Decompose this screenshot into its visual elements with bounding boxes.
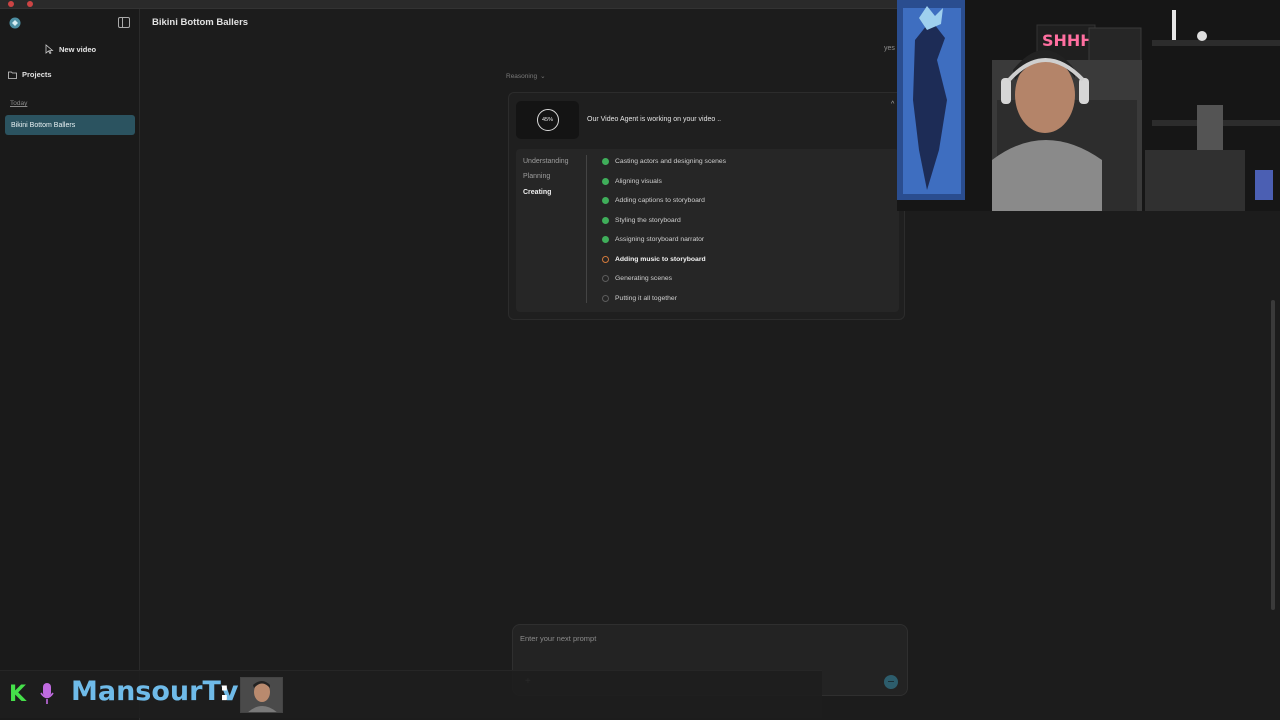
check-icon — [602, 236, 609, 243]
window-minimize-dot[interactable] — [27, 1, 33, 7]
spinner-icon — [602, 255, 609, 263]
new-video-button[interactable]: New video — [44, 44, 96, 54]
step-label: Casting actors and designing scenes — [615, 158, 727, 165]
webcam-overlay: SHHH! — [897, 0, 1280, 211]
sidebar-item-label: Projects — [22, 70, 52, 79]
window-close-dot[interactable] — [8, 1, 14, 7]
page-title: Bikini Bottom Ballers — [152, 17, 249, 28]
chevron-up-icon[interactable]: ^ — [891, 101, 894, 108]
step-label: Putting it all together — [615, 294, 677, 302]
step-label: Generating scenes — [615, 275, 673, 282]
pending-circle-icon — [602, 275, 609, 282]
scrollbar[interactable] — [1271, 300, 1275, 610]
agent-progress-panel: 45% Our Video Agent is working on your v… — [508, 92, 905, 320]
check-icon — [602, 158, 609, 165]
step-label: Styling the storyboard — [615, 216, 681, 224]
prompt-input[interactable] — [520, 633, 880, 643]
step-label: Adding music to storyboard — [615, 255, 706, 263]
user-message-bubble: yes — [884, 45, 895, 52]
sidebar-item-label: Bikini Bottom Ballers — [11, 121, 76, 129]
step-item: Casting actors and designing scenes — [602, 158, 726, 165]
channel-separator: : — [219, 676, 230, 707]
kick-logo: K — [9, 682, 27, 707]
step-label: Aligning visuals — [615, 177, 662, 185]
avatar-image — [241, 678, 282, 712]
check-icon — [602, 197, 609, 204]
step-item: Generating scenes — [602, 275, 672, 282]
step-label: Adding captions to storyboard — [615, 197, 705, 204]
microphone-icon — [40, 683, 54, 704]
folder-icon — [8, 71, 17, 79]
progress-indicator: 45% — [516, 101, 579, 139]
sidebar: New video Projects Today Bikini Bottom B… — [0, 9, 140, 720]
check-icon — [602, 216, 609, 224]
reasoning-toggle[interactable]: Reasoning ⌄ — [506, 72, 546, 81]
progress-steps-card: Understanding Planning Creating Casting … — [516, 149, 899, 312]
progress-ring: 45% — [536, 109, 559, 131]
step-item: Adding captions to storyboard — [602, 197, 705, 204]
reasoning-label: Reasoning — [506, 72, 538, 80]
sidebar-item-projects[interactable]: Projects — [8, 70, 52, 79]
step-item: Assigning storyboard narrator — [602, 236, 704, 243]
avatar — [240, 677, 283, 713]
phase-divider — [586, 155, 587, 303]
agent-status-text: Our Video Agent is working on your video… — [587, 116, 722, 123]
step-item: Aligning visuals — [602, 177, 662, 185]
step-item-active: Adding music to storyboard — [602, 255, 706, 263]
sidebar-item-bikini-bottom-ballers[interactable]: Bikini Bottom Ballers — [5, 115, 135, 135]
step-item: Styling the storyboard — [602, 216, 681, 224]
phase-understanding[interactable]: Understanding — [523, 158, 569, 165]
phase-creating[interactable]: Creating — [523, 189, 551, 196]
channel-name: MansourTv — [71, 676, 239, 707]
phase-planning[interactable]: Planning — [523, 173, 550, 180]
send-button[interactable] — [884, 675, 898, 689]
webcam-image: SHHH! — [897, 0, 1280, 211]
new-video-icon — [45, 44, 54, 54]
section-today-label: Today — [10, 100, 28, 107]
collapse-sidebar-icon[interactable] — [118, 17, 130, 28]
chevron-down-icon: ⌄ — [540, 73, 546, 80]
check-icon — [602, 177, 609, 185]
pending-circle-icon — [602, 294, 609, 302]
app-logo-icon[interactable] — [9, 17, 21, 29]
new-video-label: New video — [59, 44, 97, 54]
step-label: Assigning storyboard narrator — [615, 236, 705, 243]
step-item: Putting it all together — [602, 294, 677, 302]
